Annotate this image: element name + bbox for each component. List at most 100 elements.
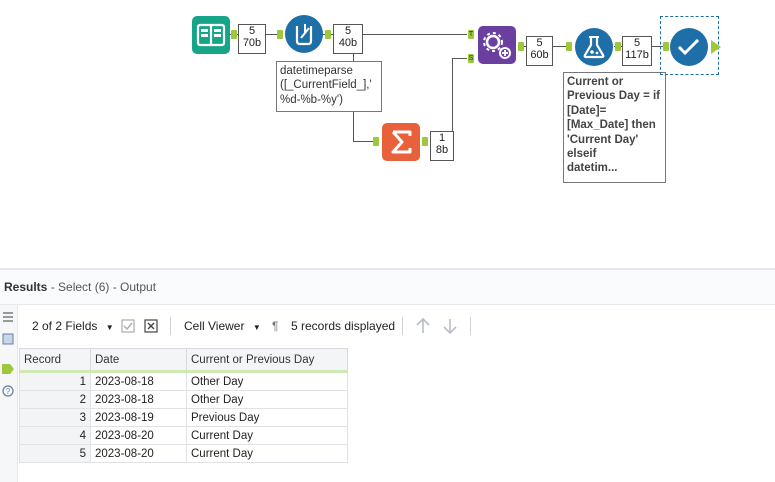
data-size: 8b [435, 144, 449, 156]
results-header: Results - Select (6) - Output [0, 270, 775, 305]
caret-down-icon: ▼ [105, 323, 114, 332]
anchor-label-s: S [468, 55, 474, 62]
column-header-date[interactable]: Date [90, 348, 187, 373]
day-cell[interactable]: Current Day [186, 426, 348, 445]
record-count: 5 [633, 37, 641, 49]
data-size: 60b [530, 49, 549, 61]
arrow-down-icon[interactable] [442, 317, 458, 335]
connector-line [551, 46, 567, 47]
input-anchor[interactable] [566, 42, 572, 51]
check-icon [678, 39, 699, 55]
beaker-clock-icon [295, 24, 313, 46]
results-title: Results - Select (6) - Output [4, 280, 156, 294]
arrow-up-icon[interactable] [415, 317, 431, 335]
help-icon[interactable]: ? [2, 385, 14, 397]
caret-down-icon: ▼ [252, 323, 261, 332]
checkbox-icon[interactable] [121, 319, 135, 333]
fields-dropdown-label: 2 of 2 Fields [32, 319, 98, 333]
formula-annotation: Current or Previous Day = if [Date]= [Ma… [563, 72, 666, 183]
data-size: 70b [242, 37, 262, 49]
record-cell[interactable]: 5 [19, 444, 91, 463]
output-anchor[interactable] [325, 30, 331, 39]
record-count: 5 [536, 37, 543, 49]
data-size: 117b [625, 49, 649, 61]
record-count: 1 [438, 132, 446, 144]
datetime-tool[interactable] [285, 15, 323, 53]
day-cell[interactable]: Other Day [186, 390, 348, 409]
connector-line [361, 34, 467, 35]
date-cell[interactable]: 2023-08-20 [90, 444, 187, 463]
output-anchor[interactable] [231, 30, 237, 39]
fields-dropdown[interactable]: 2 of 2 Fields ▼ [32, 319, 114, 333]
column-header-record[interactable]: Record [19, 348, 91, 373]
day-cell[interactable]: Other Day [186, 371, 348, 391]
output-anchor[interactable] [518, 42, 524, 51]
table-row[interactable]: 2 2023-08-18 Other Day [19, 390, 348, 409]
record-count-box: 5 40b [333, 24, 363, 54]
anchor-label-t: T [468, 31, 474, 38]
record-count-box: 1 8b [430, 131, 454, 161]
date-cell[interactable]: 2023-08-20 [90, 426, 187, 445]
date-cell[interactable]: 2023-08-18 [90, 390, 187, 409]
formula-tool[interactable] [575, 28, 613, 66]
record-count-box: 5 70b [238, 24, 266, 54]
results-side-rail: ? [0, 305, 18, 482]
day-cell[interactable]: Previous Day [186, 408, 348, 427]
input-data-tool[interactable] [192, 16, 230, 54]
record-count-box: 5 60b [526, 36, 553, 66]
append-fields-tool[interactable] [478, 26, 516, 64]
data-size: 40b [338, 37, 358, 49]
table-row[interactable]: 1 2023-08-18 Other Day [19, 371, 348, 391]
svg-text:?: ? [6, 387, 11, 396]
record-cell[interactable]: 3 [19, 408, 91, 427]
results-subtitle: - Select (6) - Output [47, 280, 157, 294]
metadata-icon[interactable] [2, 333, 14, 345]
results-grid: Record Date Current or Previous Day 1 20… [19, 348, 348, 463]
record-cell[interactable]: 1 [19, 371, 91, 391]
record-count: 5 [344, 25, 352, 37]
pilcrow-icon[interactable]: ¶ [272, 319, 278, 333]
book-icon [196, 23, 226, 47]
header-row: Record Date Current or Previous Day [19, 348, 348, 373]
flask-icon [583, 36, 605, 59]
cell-viewer-label: Cell Viewer [184, 319, 245, 333]
table-row[interactable]: 5 2023-08-20 Current Day [19, 444, 348, 463]
output-anchor[interactable] [422, 137, 428, 146]
records-displayed: 5 records displayed [291, 319, 396, 333]
output-anchor[interactable] [711, 40, 721, 54]
deselect-icon[interactable] [144, 319, 158, 333]
toolbar-separator [170, 317, 171, 335]
results-label: Results [4, 280, 48, 294]
cell-viewer-dropdown[interactable]: Cell Viewer ▼ [184, 319, 261, 333]
list-icon[interactable] [2, 311, 14, 323]
day-cell[interactable]: Current Day [186, 444, 348, 463]
output-anchor[interactable] [615, 42, 621, 51]
workflow-canvas[interactable]: 5 70b 5 40b datetimeparse ([_CurrentFiel… [0, 0, 775, 268]
date-cell[interactable]: 2023-08-19 [90, 408, 187, 427]
target-anchor[interactable]: T [468, 30, 474, 39]
connector-line [452, 58, 467, 59]
gear-plus-icon [483, 32, 511, 59]
input-anchor[interactable] [373, 137, 379, 146]
source-anchor[interactable]: S [468, 54, 474, 63]
table-row[interactable]: 3 2023-08-19 Previous Day [19, 408, 348, 427]
toolbar-separator [402, 317, 403, 335]
select-tool[interactable] [670, 28, 708, 66]
datetime-annotation: datetimeparse ([_CurrentField_],' %d-%b-… [276, 61, 382, 112]
connector-line [353, 141, 373, 142]
results-toolbar: 2 of 2 Fields ▼ Cell Viewer ▼ ¶ 5 record… [18, 305, 775, 347]
column-header-current-or-previous-day[interactable]: Current or Previous Day [186, 348, 348, 373]
sigma-icon [391, 130, 412, 154]
output-anchor-icon[interactable] [1, 363, 15, 375]
toolbar-separator [470, 317, 471, 335]
date-cell[interactable]: 2023-08-18 [90, 371, 187, 391]
input-anchor[interactable] [663, 42, 669, 51]
input-anchor[interactable] [277, 30, 283, 39]
record-cell[interactable]: 4 [19, 426, 91, 445]
connector-line [452, 58, 453, 142]
record-cell[interactable]: 2 [19, 390, 91, 409]
record-count: 5 [248, 25, 256, 37]
summarize-tool[interactable] [382, 123, 420, 161]
table-row[interactable]: 4 2023-08-20 Current Day [19, 426, 348, 445]
record-count-box: 5 117b [622, 36, 652, 66]
